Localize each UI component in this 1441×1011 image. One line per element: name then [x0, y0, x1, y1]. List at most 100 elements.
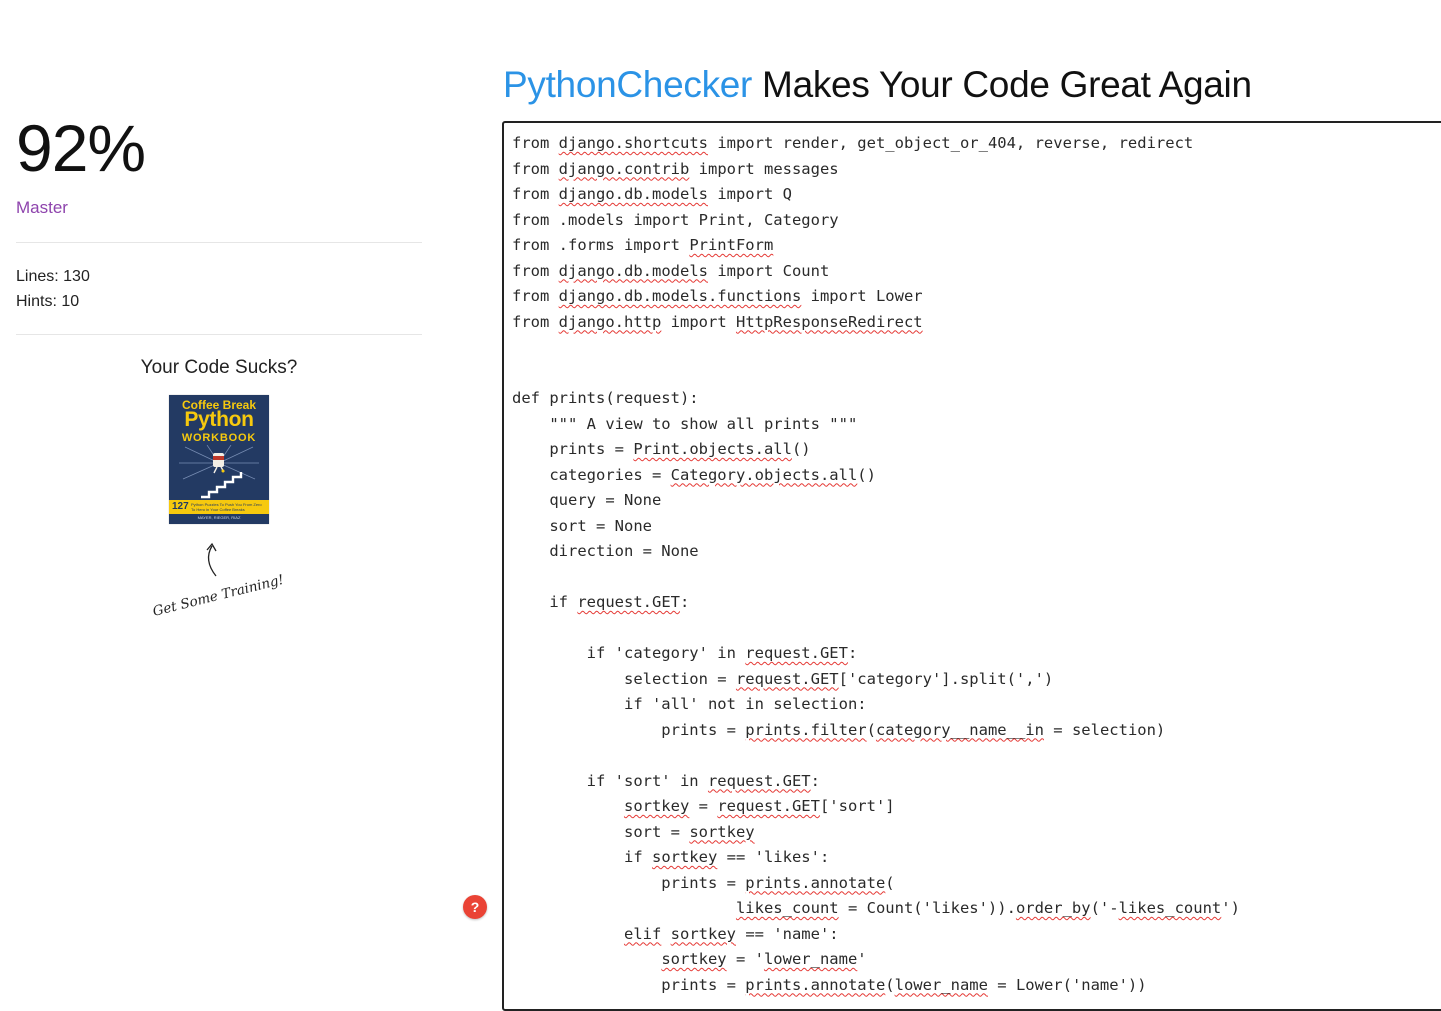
help-button[interactable]: ? [463, 895, 487, 919]
code-line: from .models import Print, Category [512, 208, 1441, 234]
code-line: if request.GET: [512, 590, 1441, 616]
code-token-lint-warning: django.db.models [558, 185, 708, 203]
code-token: import Lower [801, 287, 923, 305]
code-token-lint-warning: order_by [1015, 899, 1091, 917]
code-token: == 'likes': [717, 848, 830, 866]
code-line: from .forms import PrintForm [512, 233, 1441, 259]
get-training-callout: Get Some Training! [151, 542, 286, 620]
code-token: () [857, 465, 876, 484]
code-line: elif sortkey == 'name': [512, 922, 1441, 948]
level-label: Master [16, 198, 68, 217]
code-token: from [512, 312, 559, 331]
book-title-line2: Python [184, 408, 254, 431]
code-token: ' [857, 950, 867, 968]
code-token-lint-warning: django.shortcuts [558, 134, 708, 152]
code-token-lint-warning: PrintForm [689, 236, 774, 254]
code-token-lint-warning: django.http [558, 312, 662, 331]
code-token-lint-warning: sortkey [689, 822, 755, 841]
code-token: query = None [512, 491, 662, 509]
code-line: sort = sortkey [512, 820, 1441, 846]
code-token: prints = [512, 975, 746, 994]
code-token-lint-warning: prints.filter [745, 720, 867, 739]
book-title-line3: WORKBOOK [181, 432, 257, 444]
code-token-lint-warning: django.contrib [558, 159, 690, 178]
book-authors: MAYER, RIEGER, RIAZ [197, 515, 241, 520]
stairs-coffee-illustration [179, 445, 259, 499]
code-line: selection = request.GET['category'].spli… [512, 667, 1441, 693]
code-line: """ A view to show all prints """ [512, 412, 1441, 438]
code-line: from django.contrib import messages [512, 157, 1441, 183]
code-token-lint-warning: Print.objects.all [633, 440, 792, 458]
code-token: if [512, 593, 578, 611]
code-line: if sortkey == 'likes': [512, 845, 1441, 871]
code-text[interactable]: from django.shortcuts import render, get… [504, 123, 1441, 998]
code-token: from [512, 261, 559, 280]
code-token: if 'all' not in selection: [512, 695, 867, 713]
code-editor[interactable]: from django.shortcuts import render, get… [502, 121, 1441, 1011]
code-token: if 'category' in [512, 644, 746, 662]
code-line: from django.db.models import Q [512, 182, 1441, 208]
code-token-lint-warning: likes_count [1118, 899, 1222, 917]
code-token-lint-warning: Category.objects.all [670, 465, 858, 484]
code-token: ( [866, 720, 876, 739]
code-token-lint-warning: sortkey [661, 950, 727, 968]
code-token: = selection) [1043, 720, 1166, 739]
code-token: from [512, 134, 559, 152]
code-token: import [661, 312, 736, 331]
code-token-lint-warning: likes_count [735, 899, 839, 917]
code-token-lint-warning: request.GET [577, 593, 680, 611]
code-line: sort = None [512, 514, 1441, 540]
code-token-lint-warning: prints.annotate [745, 975, 886, 994]
code-line: prints = prints.annotate( [512, 871, 1441, 897]
promo-title: Your Code Sucks? [140, 357, 298, 378]
code-token-lint-warning: request.GET [717, 797, 820, 815]
code-token: """ A view to show all prints """ [512, 414, 858, 433]
code-token: if [512, 848, 652, 866]
code-token: prints = [512, 720, 746, 739]
book-count: 127 [172, 501, 189, 512]
code-token: ( [885, 975, 895, 994]
code-token: sort = [512, 822, 690, 841]
hints-count: Hints: 10 [16, 293, 80, 310]
code-line: if 'category' in request.GET: [512, 641, 1441, 667]
code-line: from django.db.models import Count [512, 259, 1441, 285]
code-token: direction = None [512, 542, 699, 560]
code-line: query = None [512, 488, 1441, 514]
code-line: if 'all' not in selection: [512, 692, 1441, 718]
code-line: sortkey = 'lower_name' [512, 947, 1441, 973]
code-token: from .models import Print, Category [512, 210, 839, 229]
code-token-lint-warning: sortkey [623, 797, 690, 815]
code-line: prints = Print.objects.all() [512, 437, 1441, 463]
divider [16, 334, 422, 335]
training-text: Get Some Training! [151, 572, 285, 620]
code-line: if 'sort' in request.GET: [512, 769, 1441, 795]
code-token: = Count('likes')). [838, 899, 1016, 917]
code-token: if 'sort' in [512, 771, 708, 790]
code-token-lint-warning: prints.annotate [745, 873, 886, 892]
page-title: PythonChecker Makes Your Code Great Agai… [503, 60, 1252, 110]
book-subtitle: Python Puzzles To Push You From Zero To … [191, 502, 262, 512]
code-token: from [512, 159, 559, 178]
code-token: : [847, 644, 858, 662]
book-cover-link[interactable]: Coffee Break Python WORKBOOK 127 Python … [169, 395, 269, 524]
code-token: prints = [512, 440, 634, 458]
stats: Lines: 130 Hints: 10 [16, 264, 90, 314]
code-token: ( [885, 873, 895, 892]
code-line: sortkey = request.GET['sort'] [512, 794, 1441, 820]
brand-name: PythonChecker [503, 64, 753, 105]
code-token-lint-warning: request.GET [735, 669, 839, 688]
code-token: : [679, 593, 690, 611]
code-token: == 'name': [735, 924, 839, 943]
code-token: () [791, 440, 811, 458]
code-token-lint-warning: HttpResponseRedirect [735, 312, 923, 331]
code-token-lint-warning: django.db.models [558, 261, 708, 280]
code-token-lint-warning: sortkey [670, 924, 736, 943]
code-token-lint-warning: category__name__in [875, 720, 1044, 739]
code-token: = ' [726, 950, 764, 968]
code-token-lint-warning: lower_name [763, 950, 858, 968]
